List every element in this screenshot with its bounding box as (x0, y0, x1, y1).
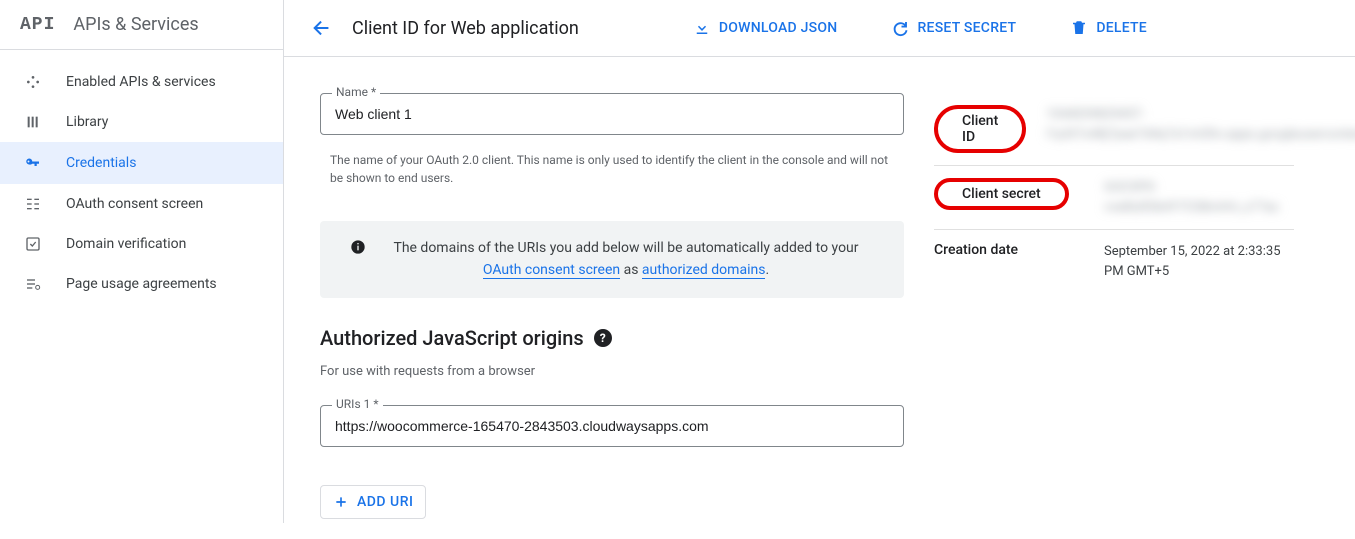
nav-item-oauth-consent[interactable]: OAuth consent screen (0, 184, 283, 224)
info-text-mid: as (620, 262, 642, 278)
key-icon (22, 154, 44, 172)
reset-label: RESET SECRET (917, 20, 1016, 36)
nav-item-enabled-apis[interactable]: Enabled APIs & services (0, 62, 283, 102)
nav-item-domain-verification[interactable]: Domain verification (0, 224, 283, 264)
check-box-icon (22, 236, 44, 252)
nav-label: Credentials (66, 155, 136, 171)
client-secret-row: Client secret GOCSPX-vve8tzR3k4Y7C08mHrt… (934, 165, 1294, 229)
library-icon (22, 114, 44, 130)
download-label: DOWNLOAD JSON (719, 20, 838, 36)
sidebar: API APIs & Services Enabled APIs & servi… (0, 0, 284, 523)
details-column: Client ID 1044039829457-l1p3t7o48j7pae7d… (924, 57, 1304, 539)
delete-label: DELETE (1096, 20, 1147, 36)
form-column: Name * The name of your OAuth 2.0 client… (284, 57, 924, 539)
nav: Enabled APIs & services Library Credenti… (0, 50, 283, 304)
nav-label: OAuth consent screen (66, 196, 203, 212)
nav-label: Domain verification (66, 236, 186, 252)
page-title: Client ID for Web application (352, 18, 579, 39)
reset-secret-button[interactable]: RESET SECRET (881, 11, 1026, 45)
trash-icon (1070, 19, 1088, 37)
api-logo: API (20, 15, 55, 35)
add-uri-label: ADD URI (357, 494, 413, 510)
creation-date-key: Creation date (934, 242, 1084, 281)
download-json-button[interactable]: DOWNLOAD JSON (683, 11, 848, 45)
client-secret-value: GOCSPX-vve8tzR3k4Y7C08mHrt_x77ac (1104, 178, 1294, 217)
nav-label: Enabled APIs & services (66, 74, 216, 90)
main: Client ID for Web application DOWNLOAD J… (284, 0, 1355, 523)
creation-date-row: Creation date September 15, 2022 at 2:33… (934, 229, 1294, 293)
info-icon (338, 239, 366, 255)
js-origins-title: Authorized JavaScript origins (320, 326, 584, 350)
client-secret-key: Client secret (934, 178, 1084, 217)
js-origins-heading: Authorized JavaScript origins ? (320, 326, 904, 350)
client-id-highlight: Client ID (934, 105, 1026, 153)
nav-item-page-usage[interactable]: Page usage agreements (0, 264, 283, 304)
nav-label: Page usage agreements (66, 276, 217, 292)
download-icon (693, 19, 711, 37)
nav-item-credentials[interactable]: Credentials (0, 142, 283, 184)
client-secret-highlight: Client secret (934, 178, 1069, 210)
plus-icon (333, 494, 349, 510)
js-origins-sub: For use with requests from a browser (320, 364, 904, 379)
name-input[interactable] (320, 93, 904, 135)
consent-icon (22, 196, 44, 212)
authorized-domains-link[interactable]: authorized domains (642, 262, 766, 279)
oauth-consent-link[interactable]: OAuth consent screen (483, 262, 620, 279)
name-label: Name * (332, 85, 380, 99)
client-id-key: Client ID (934, 105, 1026, 153)
list-gear-icon (22, 276, 44, 292)
uri-label: URIs 1 * (332, 397, 383, 411)
sidebar-title: APIs & Services (73, 14, 198, 35)
uri-field: URIs 1 * (320, 405, 904, 447)
client-id-value: 1044039829457-l1p3t7o48j7pae7d4q7a1mt3hv… (1046, 105, 1355, 153)
delete-button[interactable]: DELETE (1060, 11, 1157, 45)
domain-info-box: The domains of the URIs you add below wi… (320, 221, 904, 298)
help-icon[interactable]: ? (594, 329, 612, 347)
client-id-row: Client ID 1044039829457-l1p3t7o48j7pae7d… (934, 93, 1294, 165)
info-text-pre: The domains of the URIs you add below wi… (393, 240, 858, 256)
creation-date-value: September 15, 2022 at 2:33:35 PM GMT+5 (1104, 242, 1294, 281)
diamond-icon (22, 74, 44, 90)
name-helper: The name of your OAuth 2.0 client. This … (320, 145, 904, 193)
back-button[interactable] (304, 10, 340, 46)
nav-item-library[interactable]: Library (0, 102, 283, 142)
nav-label: Library (66, 114, 108, 130)
info-text: The domains of the URIs you add below wi… (386, 237, 886, 282)
name-field: Name * (320, 93, 904, 135)
refresh-icon (891, 19, 909, 37)
sidebar-header: API APIs & Services (0, 0, 283, 50)
uri-input[interactable] (320, 405, 904, 447)
add-uri-button[interactable]: ADD URI (320, 485, 426, 519)
topbar: Client ID for Web application DOWNLOAD J… (284, 0, 1355, 57)
